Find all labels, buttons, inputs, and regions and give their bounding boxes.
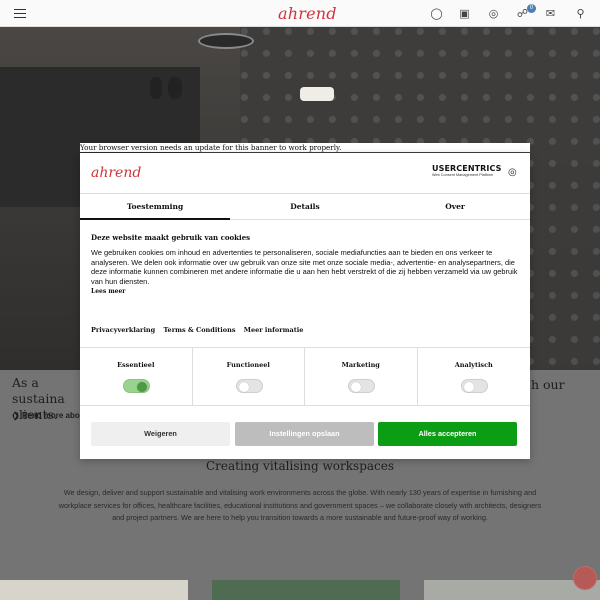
- consent-categories: Essentieel Functioneel Marketing Analyti…: [80, 347, 530, 406]
- save-settings-button[interactable]: Instellingen opslaan: [235, 422, 374, 446]
- provider-brand: USERCENTRICS: [432, 164, 502, 173]
- cookie-consent-dialog: ahrend USERCENTRICS Web Consent Manageme…: [80, 153, 530, 459]
- read-more-link[interactable]: ❯ Read more about: [13, 411, 87, 420]
- category-label: Essentieel: [117, 361, 155, 369]
- brand-logo[interactable]: ahrend: [278, 4, 337, 23]
- user-icon[interactable]: ◯: [430, 7, 443, 20]
- search-icon[interactable]: ⚲: [574, 7, 587, 20]
- vase: [150, 77, 162, 99]
- category-label: Analytisch: [454, 361, 493, 369]
- consent-tabs: Toestemming Details Over: [80, 193, 530, 220]
- tab-details[interactable]: Details: [230, 194, 380, 220]
- marketing-toggle[interactable]: [348, 379, 375, 393]
- category-essentieel: Essentieel: [80, 348, 193, 406]
- consent-text: We gebruiken cookies om inhoud en advert…: [91, 248, 518, 286]
- section-title: Creating vitalising workspaces: [205, 459, 395, 473]
- content-card-image[interactable]: [0, 580, 188, 600]
- pendant-lamp: [300, 87, 334, 101]
- dialog-logo: ahrend: [91, 165, 142, 181]
- essentieel-toggle[interactable]: [123, 379, 150, 393]
- consent-title: Deze website maakt gebruik van cookies: [91, 233, 251, 242]
- category-functioneel: Functioneel: [193, 348, 305, 406]
- provider-subtitle: Web Consent Management Platform: [432, 173, 494, 177]
- category-analytisch: Analytisch: [418, 348, 531, 406]
- back-to-top-button[interactable]: [573, 566, 597, 590]
- browser-update-notice: Your browser version needs an update for…: [80, 143, 530, 152]
- analytisch-toggle[interactable]: [460, 379, 488, 393]
- consent-links: Privacyverklaring Terms & Conditions Mee…: [91, 326, 309, 334]
- globe-icon[interactable]: ◎: [487, 7, 500, 20]
- hero-tagline-end: h our: [531, 377, 565, 392]
- tab-toestemming[interactable]: Toestemming: [80, 194, 230, 220]
- menu-icon[interactable]: [14, 9, 26, 18]
- more-info-link[interactable]: Meer informatie: [244, 326, 304, 334]
- category-marketing: Marketing: [305, 348, 418, 406]
- privacy-link[interactable]: Privacyverklaring: [91, 326, 155, 334]
- category-label: Functioneel: [226, 361, 270, 369]
- section-body: We design, deliver and support sustainab…: [58, 488, 542, 522]
- vase: [168, 77, 182, 99]
- top-navigation-bar: ahrend ◯ ▣ ◎ ☍ 0 ✉ ⚲: [0, 0, 600, 27]
- read-more-consent-link[interactable]: Lees meer: [91, 288, 125, 295]
- mail-icon[interactable]: ✉: [544, 7, 557, 20]
- read-more-label: Read more about: [21, 411, 88, 420]
- content-card-image[interactable]: [212, 580, 400, 600]
- functioneel-toggle[interactable]: [235, 379, 263, 393]
- accept-all-button[interactable]: Alles accepteren: [378, 422, 517, 446]
- language-globe-icon[interactable]: ◎: [508, 167, 517, 178]
- category-label: Marketing: [341, 361, 380, 369]
- terms-link[interactable]: Terms & Conditions: [163, 326, 235, 334]
- contact-card-icon[interactable]: ▣: [458, 7, 471, 20]
- usercentrics-logo: USERCENTRICS Web Consent Management Plat…: [432, 164, 502, 182]
- deny-button[interactable]: Weigeren: [91, 422, 230, 446]
- ceiling-lamp: [198, 33, 254, 49]
- cart-count-badge: 0: [527, 4, 536, 13]
- hero-tagline-line1: As a sustaina: [12, 375, 65, 406]
- tab-over[interactable]: Over: [380, 194, 530, 220]
